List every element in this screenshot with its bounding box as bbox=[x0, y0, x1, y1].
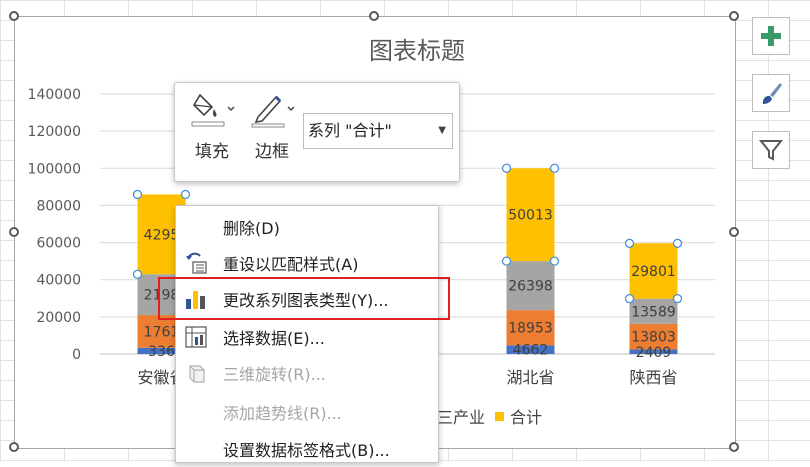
chevron-down-icon: ▼ bbox=[438, 125, 446, 136]
x-category-label: 湖北省 bbox=[506, 368, 554, 387]
menu-item-delete[interactable]: 删除(D) bbox=[176, 209, 438, 245]
selection-handle bbox=[624, 294, 635, 304]
data-label: 336 bbox=[148, 344, 175, 360]
y-tick-label: 60000 bbox=[36, 236, 81, 252]
y-tick-label: 100000 bbox=[28, 161, 81, 177]
menu-item-format-data-labels[interactable]: 设置数据标签格式(B)... bbox=[176, 431, 438, 467]
outline-label: 边框 bbox=[255, 142, 289, 162]
menu-item-3d-rotation[interactable]: 三维旋转(R)... bbox=[176, 355, 438, 391]
reset-style-icon bbox=[184, 251, 208, 275]
resize-handle[interactable] bbox=[9, 227, 19, 237]
chart-title[interactable]: 图表标题 bbox=[369, 37, 465, 65]
menu-item-select-data[interactable]: 选择数据(E)... bbox=[176, 319, 438, 355]
paint-bucket-icon bbox=[191, 93, 235, 127]
selection-handle bbox=[672, 238, 683, 248]
data-label: 26398 bbox=[508, 279, 553, 295]
y-tick-label: 80000 bbox=[36, 198, 81, 214]
selection-handle bbox=[549, 163, 560, 173]
data-label: 29801 bbox=[631, 264, 676, 280]
selection-handle bbox=[132, 189, 143, 200]
menu-item-label: 重设以匹配样式(A) bbox=[223, 255, 359, 274]
legend-item-label: 合计 bbox=[510, 408, 543, 427]
resize-handle[interactable] bbox=[729, 11, 739, 21]
fill-button[interactable]: 填充 bbox=[183, 89, 241, 162]
resize-handle[interactable] bbox=[9, 442, 19, 452]
x-category-label: 陕西省 bbox=[629, 368, 677, 387]
chart-filters-button[interactable] bbox=[752, 131, 790, 169]
series-select[interactable]: 系列 "合计" ▼ bbox=[303, 113, 453, 149]
resize-handle[interactable] bbox=[369, 11, 379, 21]
format-mini-toolbar: 填充 边框 系列 "合计" ▼ bbox=[174, 82, 460, 182]
data-label: 18953 bbox=[508, 321, 553, 337]
context-menu: 删除(D) 重设以匹配样式(A) 更改系列图表类型(Y)... 选择数据(E).… bbox=[175, 205, 439, 463]
select-data-icon bbox=[184, 325, 208, 349]
chart-elements-button[interactable] bbox=[752, 17, 790, 55]
data-label: 50013 bbox=[508, 208, 553, 224]
selection-handle bbox=[501, 163, 512, 173]
y-tick-label: 120000 bbox=[28, 124, 81, 140]
resize-handle[interactable] bbox=[729, 227, 739, 237]
data-label: 2409 bbox=[636, 345, 672, 361]
y-tick-label: 40000 bbox=[36, 273, 81, 289]
fill-label: 填充 bbox=[195, 142, 229, 162]
outline-button[interactable]: 边框 bbox=[243, 89, 301, 162]
selection-handle bbox=[132, 269, 143, 279]
menu-item-label: 设置数据标签格式(B)... bbox=[223, 441, 390, 460]
menu-item-add-trendline[interactable]: 添加趋势线(R)... bbox=[176, 394, 438, 430]
legend-swatch bbox=[495, 411, 505, 421]
data-label: 4662 bbox=[513, 343, 549, 359]
selection-handle bbox=[624, 238, 635, 248]
y-axis-ticks: 0 20000 40000 60000 80000 100000 120000 140000 bbox=[28, 87, 81, 363]
menu-item-label: 选择数据(E)... bbox=[223, 329, 325, 348]
series-select-value: 系列 "合计" bbox=[308, 121, 392, 140]
selection-handle bbox=[549, 256, 560, 266]
menu-item-reset-style[interactable]: 重设以匹配样式(A) bbox=[176, 245, 438, 281]
y-tick-label: 140000 bbox=[28, 87, 81, 103]
data-label: 4295 bbox=[144, 227, 180, 243]
pen-icon bbox=[251, 95, 295, 128]
data-label: 13589 bbox=[631, 304, 676, 320]
rotate-3d-icon bbox=[184, 361, 208, 385]
data-label: 13803 bbox=[631, 330, 676, 346]
highlight-annotation bbox=[158, 277, 450, 320]
funnel-icon bbox=[759, 140, 783, 161]
resize-handle[interactable] bbox=[729, 442, 739, 452]
resize-handle[interactable] bbox=[9, 11, 19, 21]
plus-icon bbox=[761, 26, 781, 46]
menu-item-label: 添加趋势线(R)... bbox=[223, 404, 342, 423]
chart-styles-button[interactable] bbox=[752, 74, 790, 112]
data-label: 1761 bbox=[144, 324, 180, 340]
y-tick-label: 20000 bbox=[36, 310, 81, 326]
selection-handle bbox=[501, 256, 512, 266]
y-tick-label: 0 bbox=[72, 347, 81, 363]
legend-item-label: 三产业 bbox=[437, 408, 486, 427]
brush-icon bbox=[762, 83, 782, 104]
chart-legend[interactable]: 三产业 合计 bbox=[437, 404, 542, 428]
selection-handle bbox=[672, 294, 683, 304]
selection-handle bbox=[180, 189, 191, 200]
menu-item-label: 删除(D) bbox=[223, 219, 280, 238]
menu-item-label: 三维旋转(R)... bbox=[223, 365, 326, 384]
